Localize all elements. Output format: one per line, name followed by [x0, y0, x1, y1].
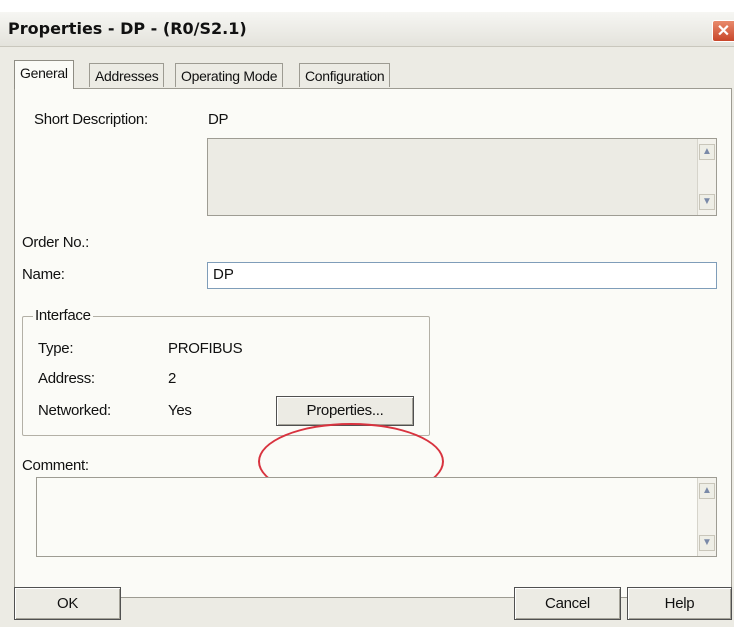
description-textarea[interactable]: ▲ ▼ [207, 138, 717, 216]
tab-label: Addresses [95, 68, 159, 84]
tab-label: Operating Mode [181, 68, 278, 84]
comment-textarea[interactable]: ▲ ▼ [36, 477, 717, 557]
ok-button-label: OK [56, 595, 79, 612]
ok-button[interactable]: OK [14, 587, 121, 620]
name-label: Name: [22, 266, 65, 283]
interface-properties-button[interactable]: Properties... [276, 396, 414, 426]
address-value: 2 [168, 370, 177, 387]
help-button[interactable]: Help [627, 587, 732, 620]
networked-label: Networked: [38, 402, 111, 419]
cancel-button[interactable]: Cancel [514, 587, 621, 620]
tab-configuration[interactable]: Configuration [299, 63, 391, 87]
help-button-label: Help [664, 595, 695, 612]
address-label: Address: [38, 370, 95, 387]
scroll-down-arrow-icon[interactable]: ▼ [699, 194, 715, 210]
scroll-up-arrow-icon[interactable]: ▲ [699, 483, 715, 499]
scroll-down-arrow-icon[interactable]: ▼ [699, 535, 715, 551]
tab-label: General [20, 65, 68, 81]
tab-addresses[interactable]: Addresses [89, 63, 165, 87]
order-no-label: Order No.: [22, 234, 90, 251]
properties-dialog: General Addresses Operating Mode Configu… [0, 47, 734, 627]
short-description-value: DP [208, 111, 229, 128]
title-bar: Properties - DP - (R0/S2.1) ✕ [0, 12, 734, 47]
description-scrollbar[interactable]: ▲ ▼ [697, 139, 716, 215]
window-title: Properties - DP - (R0/S2.1) [8, 19, 247, 38]
close-icon: ✕ [716, 23, 731, 40]
tab-operating-mode[interactable]: Operating Mode [175, 63, 284, 87]
name-input[interactable]: DP [207, 262, 717, 289]
tab-label: Configuration [305, 68, 385, 84]
tab-general[interactable]: General [14, 60, 74, 89]
networked-value: Yes [168, 402, 192, 419]
name-input-value: DP [213, 266, 234, 283]
short-description-label: Short Description: [34, 111, 148, 128]
interface-legend: Interface [33, 307, 93, 324]
cancel-button-label: Cancel [545, 595, 590, 612]
type-label: Type: [38, 340, 74, 357]
close-button[interactable]: ✕ [712, 20, 734, 42]
comment-scrollbar[interactable]: ▲ ▼ [697, 478, 716, 556]
type-value: PROFIBUS [168, 340, 243, 357]
scroll-up-arrow-icon[interactable]: ▲ [699, 144, 715, 160]
comment-label: Comment: [22, 457, 89, 474]
properties-button-label: Properties... [306, 402, 384, 419]
